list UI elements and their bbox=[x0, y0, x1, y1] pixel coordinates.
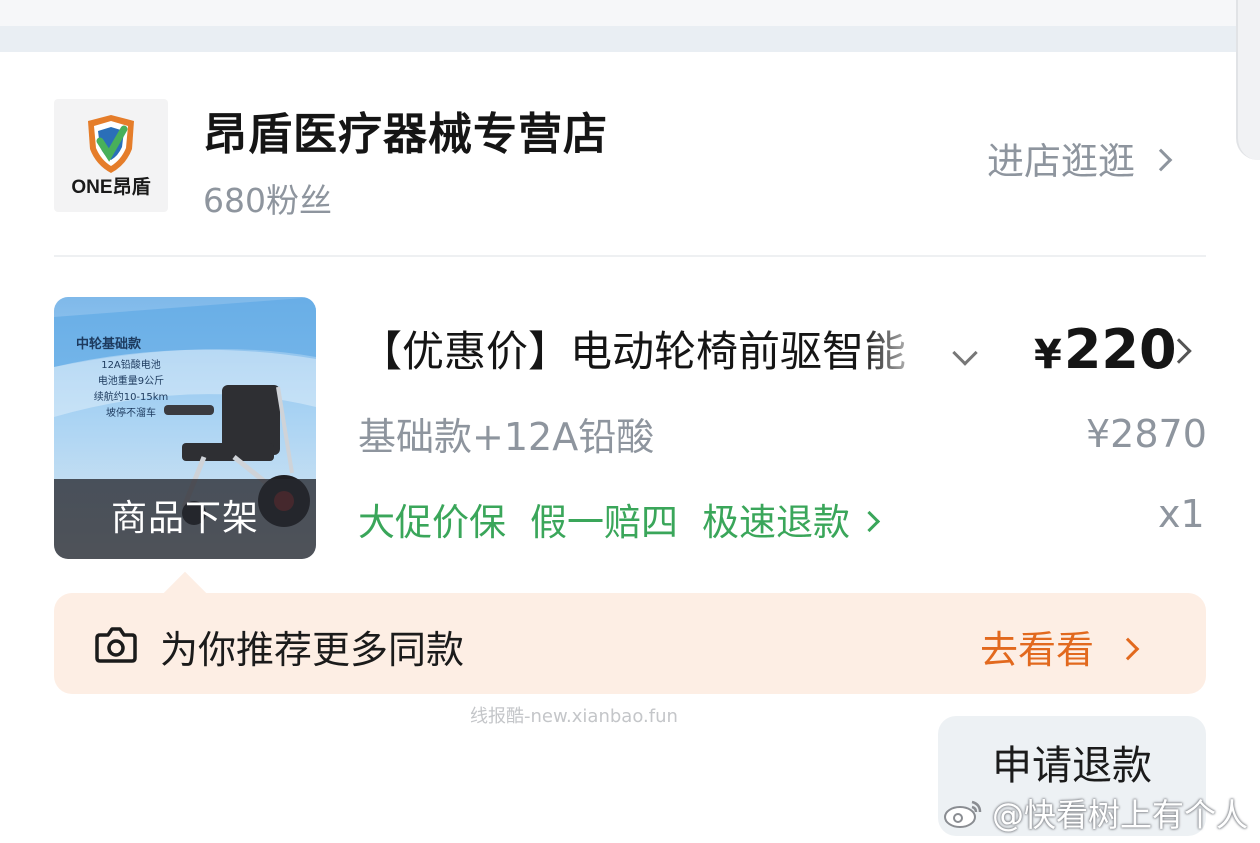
weibo-handle: @快看树上有个人 bbox=[992, 796, 1249, 834]
price-currency: ¥ bbox=[1034, 332, 1062, 378]
top-band bbox=[0, 26, 1236, 52]
camera-icon bbox=[95, 627, 137, 663]
chevron-right-icon bbox=[858, 510, 881, 532]
price-value: 220 bbox=[1063, 318, 1177, 381]
top-strip bbox=[0, 0, 1260, 26]
go-see-label: 去看看 bbox=[980, 628, 1095, 672]
original-price: ¥2870 bbox=[1086, 412, 1207, 456]
site-watermark: 线报酷-new.xianbao.fun bbox=[470, 706, 678, 727]
guarantee-fast-refund: 极速退款 bbox=[702, 501, 850, 544]
weibo-icon bbox=[944, 800, 982, 828]
logo-text: ONE昂盾 bbox=[71, 176, 150, 198]
weibo-watermark: @快看树上有个人 bbox=[942, 790, 1248, 836]
product-quantity: x1 bbox=[1158, 492, 1205, 536]
product-status-overlay: 商品下架 bbox=[54, 479, 316, 559]
store-logo[interactable]: ONE昂盾 bbox=[54, 99, 168, 212]
shield-logo-icon: ONE昂盾 bbox=[71, 115, 151, 198]
title-fade bbox=[862, 322, 942, 386]
go-see-link[interactable]: 去看看 bbox=[980, 619, 1140, 674]
recommend-text: 为你推荐更多同款 bbox=[160, 628, 465, 672]
recommend-similar-bar[interactable]: 为你推荐更多同款 去看看 bbox=[54, 593, 1206, 694]
product-spec: 基础款+12A铅酸 bbox=[358, 415, 655, 459]
store-name[interactable]: 昂盾医疗器械专营店 bbox=[203, 98, 608, 162]
guarantee-fake-compensation: 假一赔四 bbox=[530, 501, 678, 544]
service-guarantees[interactable]: 大促价保 假一赔四 极速退款 bbox=[358, 492, 901, 546]
scroll-edge bbox=[1236, 0, 1260, 160]
divider bbox=[54, 255, 1206, 257]
chevron-right-icon bbox=[1149, 148, 1173, 172]
store-fans-count: 680粉丝 bbox=[203, 181, 332, 220]
product-image[interactable]: 中轮基础款 12A铅酸电池 电池重量9公斤 续航约10-15km 坡停不溜车 商… bbox=[54, 297, 316, 559]
visit-store-link[interactable]: 进店逛逛 bbox=[987, 131, 1173, 185]
guarantee-price-protect: 大促价保 bbox=[358, 501, 506, 544]
chevron-right-icon bbox=[1116, 637, 1140, 660]
product-price[interactable]: ¥220 bbox=[1034, 318, 1177, 381]
product-title[interactable]: 【优惠价】电动轮椅前驱智能 bbox=[360, 322, 942, 386]
visit-store-label: 进店逛逛 bbox=[987, 140, 1135, 183]
